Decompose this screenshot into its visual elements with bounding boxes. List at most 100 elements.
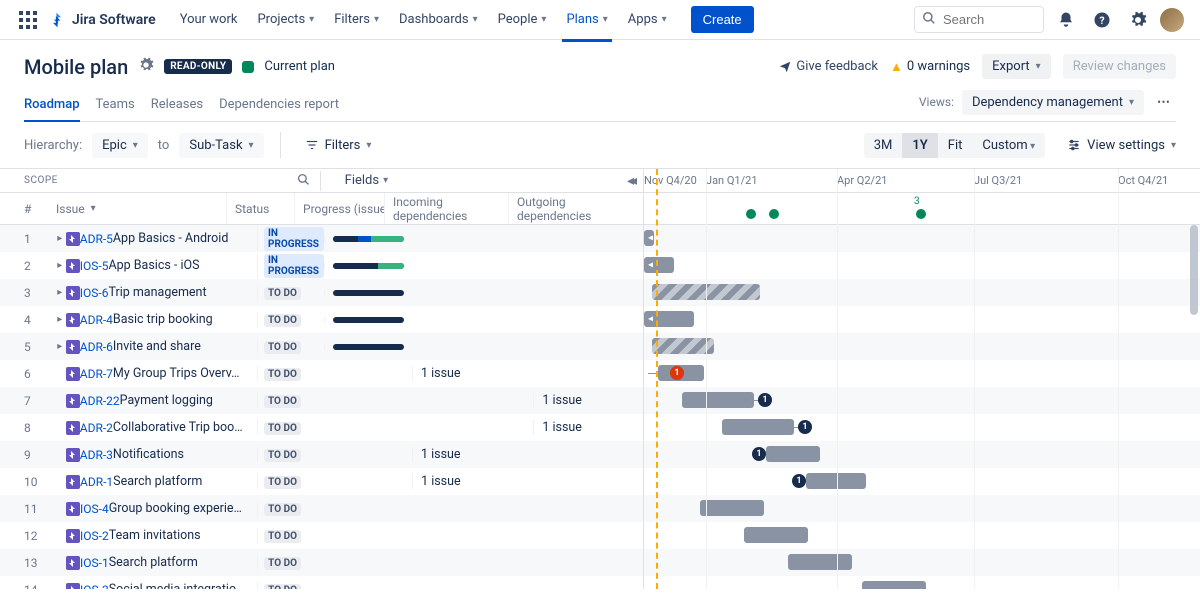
issue-key[interactable]: IOS-3 — [80, 583, 109, 590]
views-label: Views: — [919, 95, 954, 109]
table-row[interactable]: 14IOS-3Social media integratio…TO DO — [0, 576, 643, 589]
issue-key[interactable]: IOS-6 — [80, 286, 109, 300]
dependency-badge[interactable]: 1 — [758, 393, 772, 407]
table-row[interactable]: 7ADR-22Payment loggingTO DO1 issue — [0, 387, 643, 414]
table-row[interactable]: 5▸ADR-6Invite and shareTO DO — [0, 333, 643, 360]
plan-header: Mobile plan READ-ONLY Current plan Give … — [0, 40, 1200, 122]
gantt-bar[interactable] — [806, 473, 866, 489]
expand-icon[interactable]: ▸ — [54, 341, 66, 352]
to-label: to — [158, 138, 170, 153]
issue-key[interactable]: ADR-7 — [80, 367, 113, 381]
milestone-marker[interactable] — [916, 209, 926, 219]
tab-dependencies-report[interactable]: Dependencies report — [219, 89, 339, 121]
table-row[interactable]: 6ADR-7My Group Trips Overv…TO DO1 issue — [0, 360, 643, 387]
help-icon[interactable]: ? — [1088, 6, 1116, 34]
arrow-left-icon: ◂ — [648, 314, 653, 325]
give-feedback-link[interactable]: Give feedback — [778, 59, 878, 74]
gantt-bar[interactable] — [682, 392, 754, 408]
range-fit[interactable]: Fit — [938, 133, 973, 158]
issue-key[interactable]: ADR-5 — [80, 232, 113, 246]
table-row[interactable]: 1▸ADR-5App Basics - AndroidIN PROGRESS — [0, 225, 643, 252]
col-issue[interactable]: Issue▾ — [36, 202, 226, 216]
gantt-bar[interactable]: ◂ — [644, 311, 694, 327]
gantt-bar[interactable]: ◂ — [644, 257, 674, 273]
table-row[interactable]: 9ADR-3NotificationsTO DO1 issue — [0, 441, 643, 468]
table-row[interactable]: 3▸IOS-6Trip managementTO DO — [0, 279, 643, 306]
create-button[interactable]: Create — [691, 6, 754, 33]
app-switcher-icon[interactable] — [16, 8, 40, 32]
gantt-bar[interactable]: ◂ — [644, 230, 654, 246]
cell-progress — [324, 317, 412, 323]
range-custom[interactable]: Custom ▾ — [972, 133, 1045, 158]
dependency-badge[interactable]: 1 — [670, 366, 684, 380]
milestone-label: 3 — [914, 196, 920, 207]
hierarchy-to[interactable]: Sub-Task▾ — [179, 133, 263, 158]
view-settings-button[interactable]: View settings▾ — [1067, 138, 1176, 153]
issue-summary: Group booking experie… — [109, 501, 242, 516]
table-row[interactable]: 13IOS-1Search platformTO DO — [0, 549, 643, 576]
dependency-badge[interactable]: 1 — [752, 447, 766, 461]
view-selector[interactable]: Dependency management ▾ — [962, 90, 1144, 115]
gantt-bar[interactable] — [766, 446, 820, 462]
range-1y[interactable]: 1Y — [902, 133, 937, 158]
dependency-badge[interactable]: 1 — [798, 420, 812, 434]
table-row[interactable]: 10ADR-1Search platformTO DO1 issue — [0, 468, 643, 495]
gantt-bar[interactable] — [788, 554, 852, 570]
warnings-link[interactable]: ▲ 0 warnings — [890, 59, 970, 75]
row-number: 3 — [0, 286, 36, 300]
collapse-columns-icon[interactable]: ◂◂ — [627, 173, 633, 189]
issue-key[interactable]: ADR-22 — [80, 394, 120, 408]
table-row[interactable]: 8ADR-2Collaborative Trip boo…TO DO1 issu… — [0, 414, 643, 441]
range-3m[interactable]: 3M — [864, 133, 903, 158]
expand-icon[interactable]: ▸ — [54, 314, 66, 325]
cell-status: TO DO — [257, 447, 324, 462]
filters-button[interactable]: Filters▾ — [297, 133, 380, 158]
timeline-row: 1 — [644, 441, 1200, 468]
table-row[interactable]: 4▸ADR-4Basic trip bookingTO DO — [0, 306, 643, 333]
nav-your-work[interactable]: Your work — [172, 6, 246, 33]
table-row[interactable]: 11IOS-4Group booking experie…TO DO — [0, 495, 643, 522]
notifications-icon[interactable] — [1052, 6, 1080, 34]
nav-people[interactable]: People▾ — [490, 6, 555, 33]
issue-key[interactable]: ADR-6 — [80, 340, 113, 354]
export-button[interactable]: Export ▾ — [982, 54, 1051, 79]
gantt-bar[interactable] — [744, 527, 808, 543]
nav-plans[interactable]: Plans▾ — [558, 6, 615, 33]
tab-teams[interactable]: Teams — [96, 89, 135, 121]
nav-apps[interactable]: Apps▾ — [620, 6, 675, 33]
tab-releases[interactable]: Releases — [151, 89, 203, 121]
gantt-bar[interactable] — [700, 500, 764, 516]
more-menu-icon[interactable]: ⋯ — [1152, 90, 1176, 115]
expand-icon[interactable]: ▸ — [54, 287, 66, 298]
issue-key[interactable]: ADR-1 — [80, 475, 113, 489]
product-logo[interactable]: Jira Software — [48, 11, 156, 29]
issue-key[interactable]: ADR-4 — [80, 313, 113, 327]
issue-key[interactable]: ADR-3 — [80, 448, 113, 462]
dependency-badge[interactable]: 1 — [792, 474, 806, 488]
settings-icon[interactable] — [1124, 6, 1152, 34]
scope-search-icon[interactable] — [297, 173, 310, 189]
issue-key[interactable]: ADR-2 — [80, 421, 113, 435]
nav-projects[interactable]: Projects▾ — [249, 6, 322, 33]
tab-roadmap[interactable]: Roadmap — [24, 89, 80, 122]
table-row[interactable]: 12IOS-2Team invitationsTO DO — [0, 522, 643, 549]
expand-icon[interactable]: ▸ — [54, 233, 66, 244]
user-avatar[interactable] — [1160, 8, 1184, 32]
table-row[interactable]: 2▸IOS-5App Basics - iOSIN PROGRESS — [0, 252, 643, 279]
expand-icon[interactable]: ▸ — [54, 260, 66, 271]
vertical-scrollbar[interactable] — [1190, 225, 1198, 589]
gantt-bar[interactable] — [652, 338, 714, 354]
nav-dashboards[interactable]: Dashboards▾ — [391, 6, 486, 33]
plan-settings-icon[interactable] — [138, 57, 154, 77]
issue-key[interactable]: IOS-4 — [80, 502, 109, 516]
gantt-bar[interactable] — [722, 419, 794, 435]
hierarchy-from[interactable]: Epic▾ — [92, 133, 148, 158]
issue-key[interactable]: IOS-5 — [80, 259, 109, 273]
issue-key[interactable]: IOS-2 — [80, 529, 109, 543]
nav-filters[interactable]: Filters▾ — [326, 6, 387, 33]
fields-dropdown[interactable]: Fields▾ — [345, 173, 388, 188]
milestone-marker[interactable] — [769, 209, 779, 219]
gantt-bar[interactable] — [862, 581, 926, 589]
milestone-marker[interactable] — [746, 209, 756, 219]
issue-key[interactable]: IOS-1 — [80, 556, 109, 570]
